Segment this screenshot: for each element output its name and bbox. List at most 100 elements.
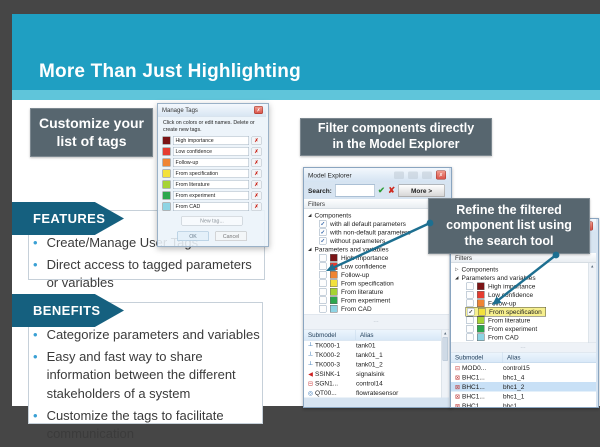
- column-header-submodel[interactable]: Submodel: [451, 353, 503, 363]
- table-row[interactable]: ┴ TK000-2 tank01_1: [304, 350, 449, 360]
- table-row[interactable]: ⊟ SGN1... control14: [304, 379, 449, 389]
- tag-name-field[interactable]: Low confidence: [173, 147, 249, 156]
- column-header-submodel[interactable]: Submodel: [304, 330, 356, 340]
- column-header-alias[interactable]: Alias: [503, 354, 521, 361]
- component-icon: ⊠: [453, 383, 462, 390]
- checkbox-unchecked[interactable]: [319, 263, 327, 271]
- delete-tag-button[interactable]: ✗: [252, 180, 262, 189]
- tag-name-field[interactable]: High importance: [173, 136, 249, 145]
- tag-color-swatch[interactable]: [163, 181, 171, 189]
- checkbox-unchecked[interactable]: [466, 334, 474, 342]
- search-apply-icon[interactable]: ✔: [378, 186, 385, 196]
- tag-row: High importance ✗: [158, 135, 266, 146]
- checkbox-unchecked[interactable]: [466, 325, 474, 333]
- tag-color-swatch[interactable]: [163, 203, 171, 211]
- tag-color-swatch[interactable]: [163, 137, 171, 145]
- table-row[interactable]: ◀ SSINK-1 signalsink: [304, 369, 449, 379]
- column-header-alias[interactable]: Alias: [356, 332, 374, 339]
- tag-row: From specification ✗: [158, 168, 266, 179]
- checkbox-unchecked[interactable]: [466, 283, 474, 291]
- tag-color-swatch: [477, 325, 485, 333]
- splitter-handle[interactable]: ⋯: [451, 343, 596, 353]
- tag-color-swatch[interactable]: [163, 192, 171, 200]
- tag-name-field[interactable]: From literature: [173, 180, 249, 189]
- tag-filter-row[interactable]: From CAD: [304, 305, 449, 314]
- checkbox-checked[interactable]: ✓: [319, 229, 327, 237]
- flow-sensor-icon: ◎: [306, 389, 315, 396]
- table-row[interactable]: ┴ TK000-1 tank01: [304, 341, 449, 351]
- tag-name-field[interactable]: From specification: [173, 169, 249, 178]
- close-icon[interactable]: ✗: [436, 171, 446, 180]
- tree-node-parameters[interactable]: ◢ Parameters and variables: [451, 274, 596, 283]
- tag-filter-row[interactable]: Follow-up: [304, 271, 449, 280]
- close-icon[interactable]: ✗: [254, 106, 263, 114]
- vertical-scrollbar[interactable]: ▲: [441, 330, 449, 398]
- tag-filter-row-highlighted[interactable]: ✓ From specification: [451, 308, 596, 317]
- tag-filter-row[interactable]: Low confidence: [451, 291, 596, 300]
- tag-filter-row[interactable]: High importance: [304, 254, 449, 263]
- checkbox-unchecked[interactable]: [466, 300, 474, 308]
- panel-title-bar[interactable]: Model Explorer ✗: [304, 168, 449, 182]
- delete-tag-button[interactable]: ✗: [252, 191, 262, 200]
- table-row[interactable]: ⊠ BHC1... bhc1_1: [451, 392, 596, 402]
- tag-color-swatch[interactable]: [163, 148, 171, 156]
- checkbox-unchecked[interactable]: [319, 280, 327, 288]
- tree-node-components[interactable]: ▷ Components: [451, 265, 596, 274]
- component-filter-label: with all default parameters: [330, 220, 406, 228]
- tag-color-swatch[interactable]: [163, 159, 171, 167]
- delete-tag-button[interactable]: ✗: [252, 136, 262, 145]
- tag-color-swatch[interactable]: [163, 170, 171, 178]
- table-row[interactable]: ┴ TK000-3 tank01_2: [304, 360, 449, 370]
- checkbox-unchecked[interactable]: [319, 297, 327, 305]
- tag-filter-row[interactable]: From experiment: [304, 296, 449, 305]
- tag-filter-row[interactable]: Low confidence: [304, 262, 449, 271]
- checkbox-unchecked[interactable]: [466, 317, 474, 325]
- scroll-up-icon[interactable]: ▲: [589, 263, 597, 269]
- checkbox-checked[interactable]: ✓: [467, 308, 475, 316]
- submodel-cell: BHC1...: [462, 393, 503, 401]
- tag-name-field[interactable]: From CAD: [173, 202, 249, 211]
- cancel-button[interactable]: Cancel: [215, 232, 247, 242]
- table-row-selected[interactable]: ⊠ BHC1... bhc1_2: [451, 382, 596, 392]
- tag-filter-row[interactable]: From CAD: [451, 333, 596, 342]
- table-row[interactable]: ⊟ MOD0... control15: [451, 363, 596, 373]
- delete-tag-button[interactable]: ✗: [252, 202, 262, 211]
- checkbox-checked[interactable]: ✓: [319, 237, 327, 245]
- search-clear-icon[interactable]: ✘: [388, 186, 395, 196]
- list-item: •Categorize parameters and variables: [33, 326, 265, 344]
- table-header[interactable]: Submodel Alias: [304, 330, 449, 341]
- tag-filter-row[interactable]: From literature: [304, 288, 449, 297]
- tag-filter-row[interactable]: From experiment: [451, 325, 596, 334]
- checkbox-unchecked[interactable]: [319, 305, 327, 313]
- more-button[interactable]: More >: [398, 184, 445, 197]
- dialog-title-bar[interactable]: Manage Tags ✗: [158, 104, 266, 117]
- delete-tag-button[interactable]: ✗: [252, 147, 262, 156]
- tag-name-field[interactable]: From experiment: [173, 191, 249, 200]
- tag-filter-row[interactable]: Follow-up: [451, 299, 596, 308]
- tag-filter-label: From specification: [489, 308, 542, 316]
- checkbox-checked[interactable]: ✓: [319, 220, 327, 228]
- table-row[interactable]: ◎ QT00... flowratesensor: [304, 388, 449, 398]
- checkbox-unchecked[interactable]: [319, 271, 327, 279]
- table-row[interactable]: ⊠ BHC1... bhc1: [451, 401, 596, 408]
- splitter-handle[interactable]: ⋯: [304, 314, 449, 330]
- checkbox-unchecked[interactable]: [319, 254, 327, 262]
- table-row[interactable]: ⊠ BHC1... bhc1_4: [451, 373, 596, 383]
- tag-filter-row[interactable]: From literature: [451, 316, 596, 325]
- search-input[interactable]: [335, 185, 375, 197]
- bullet-icon: •: [33, 326, 38, 344]
- delete-tag-button[interactable]: ✗: [252, 158, 262, 167]
- scroll-up-icon[interactable]: ▲: [442, 330, 450, 336]
- tag-filter-row[interactable]: High importance: [451, 282, 596, 291]
- checkbox-unchecked[interactable]: [319, 288, 327, 296]
- delete-tag-button[interactable]: ✗: [252, 169, 262, 178]
- tag-filter-row[interactable]: From specification: [304, 279, 449, 288]
- tag-name-field[interactable]: Follow-up: [173, 158, 249, 167]
- scrollbar-thumb[interactable]: [443, 337, 449, 361]
- table-header[interactable]: Submodel Alias: [451, 353, 596, 364]
- vertical-scrollbar[interactable]: ▲: [588, 263, 596, 343]
- ok-button[interactable]: OK: [177, 232, 209, 242]
- checkbox-unchecked[interactable]: [466, 291, 474, 299]
- new-tag-button[interactable]: New tag...: [182, 216, 243, 226]
- alias-cell: tank01_2: [356, 361, 383, 369]
